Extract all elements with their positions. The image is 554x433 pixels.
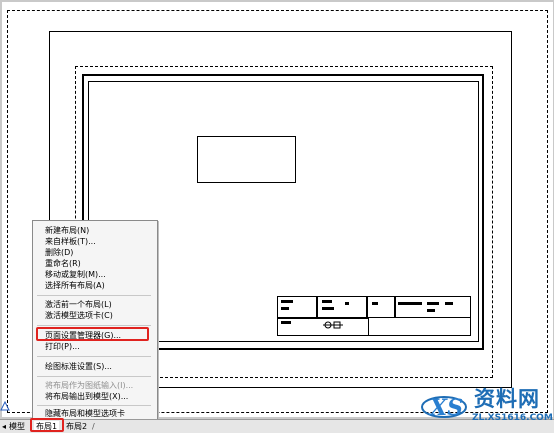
menu-separator	[37, 376, 151, 377]
menu-item-from-template[interactable]: 来自样板(T)...	[33, 236, 155, 247]
tab-nav-arrow-icon[interactable]: ◂	[2, 421, 6, 432]
menu-item-import-layout-as-sheet: 将布局作为图纸输入(I)...	[45, 381, 134, 390]
title-block-mark	[445, 302, 453, 305]
ucs-triangle-icon	[0, 401, 10, 411]
title-block-mark	[322, 300, 332, 303]
menu-separator	[37, 295, 151, 296]
title-block	[277, 296, 471, 336]
tab-model[interactable]: 模型	[9, 421, 25, 432]
title-block-mark	[427, 302, 439, 305]
title-block-cell	[395, 296, 471, 318]
menu-separator	[37, 405, 151, 406]
title-block-mark	[281, 300, 293, 303]
menu-item-select-all-layouts[interactable]: 选择所有布局(A)	[33, 280, 155, 291]
watermark-url: ZL.XS1616.COM	[472, 413, 553, 423]
highlight-box-page-setup	[36, 327, 149, 341]
title-block-mark	[281, 307, 289, 310]
drawing-rectangle	[197, 136, 296, 183]
layout-tab-context-menu: 新建布局(N) 来自样板(T)... 删除(D) 重命名(R) 移动或复制(M)…	[32, 220, 158, 421]
tab-layout2[interactable]: 布局2	[66, 421, 87, 432]
watermark-logo-icon: XS	[421, 395, 467, 421]
watermark: XS 资料网 ZL.XS1616.COM	[418, 383, 554, 432]
title-block-mark	[427, 309, 435, 312]
title-block-mark	[398, 302, 422, 305]
title-block-mark	[372, 302, 378, 305]
menu-separator	[37, 325, 151, 326]
menu-item-activate-model-tab[interactable]: 激活模型选项卡(C)	[33, 310, 155, 321]
title-block-mark	[322, 307, 334, 310]
menu-separator	[37, 356, 151, 357]
projection-symbol-icon	[323, 321, 343, 329]
title-block-mark	[345, 302, 349, 305]
tab-divider: /	[92, 422, 95, 431]
menu-item-drafting-standards[interactable]: 绘图标准设置(S)...	[33, 361, 155, 372]
menu-item-delete[interactable]: 删除(D)	[33, 247, 155, 258]
watermark-title: 资料网	[474, 387, 540, 411]
menu-item-rename[interactable]: 重命名(R)	[33, 258, 155, 269]
highlight-box-layout-tab	[30, 418, 64, 432]
menu-item-export-layout-to-model[interactable]: 将布局输出到模型(X)...	[33, 391, 155, 402]
svg-text:XS: XS	[428, 395, 463, 421]
title-block-cell	[367, 296, 395, 318]
menu-item-move-or-copy[interactable]: 移动或复制(M)...	[33, 269, 155, 280]
menu-item-activate-previous-layout[interactable]: 激活前一个布局(L)	[33, 299, 155, 310]
title-block-mark	[281, 321, 291, 324]
menu-item-plot[interactable]: 打印(P)...	[33, 341, 155, 352]
menu-item-new-layout[interactable]: 新建布局(N)	[33, 225, 155, 236]
